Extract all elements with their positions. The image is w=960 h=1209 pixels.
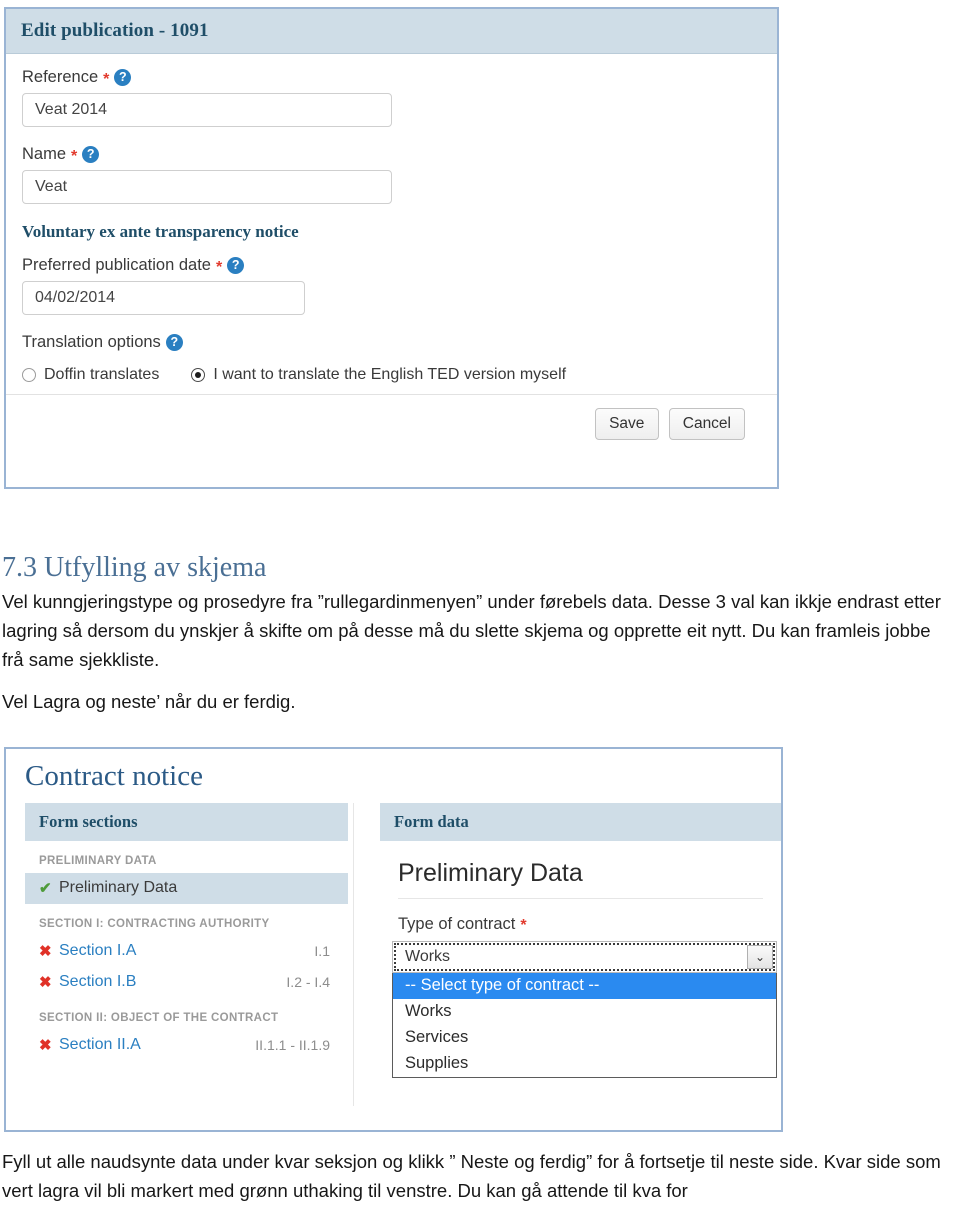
radio-translate-myself[interactable] [191,368,206,382]
type-of-contract-select[interactable]: Works ⌄ -- Select type of contract -- Wo… [392,940,777,1078]
required-asterisk: * [215,258,223,276]
sidebar-item-label: Section I.B [59,973,137,991]
paragraph: Vel kunngjeringstype og prosedyre fra ”r… [2,591,941,670]
sidebar-item-section-ii-a[interactable]: ✖ Section II.A II.1.1 - II.1.9 [25,1030,348,1061]
type-of-contract-label: Type of contract * [380,899,781,941]
veat-section-heading: Voluntary ex ante transparency notice [22,222,299,241]
sidebar-item-label: Section II.A [59,1036,141,1054]
cross-icon: ✖ [39,973,52,991]
save-button[interactable]: Save [594,408,659,440]
edit-publication-footer: Save Cancel [22,395,761,440]
reference-input-value: Veat 2014 [35,101,108,118]
preferred-publication-date-input[interactable]: 04/02/2014 [22,281,305,315]
paragraph: Fyll ut alle naudsynte data under kvar s… [2,1151,941,1201]
type-of-contract-select-box[interactable]: Works ⌄ [392,940,777,973]
section-group-label-section-ii: SECTION II: OBJECT OF THE CONTRACT [39,1011,279,1024]
form-data-panel: Form data Preliminary Data Type of contr… [380,802,781,1106]
select-option[interactable]: Services [393,1025,776,1051]
cancel-button[interactable]: Cancel [668,408,745,440]
translation-options-label-text: Translation options [22,333,161,351]
required-asterisk: * [103,70,110,88]
page-title: Edit publication - 1091 [21,20,209,41]
form-data-page-title: Preliminary Data [398,858,583,887]
contract-notice-columns: Form sections PRELIMINARY DATA ✔ Prelimi… [6,802,781,1106]
preferred-publication-date-label: Preferred publication date * ? [22,256,761,275]
select-option[interactable]: -- Select type of contract -- [393,972,776,999]
contract-notice-screenshot: Contract notice Form sections PRELIMINAR… [4,747,783,1132]
check-icon: ✔ [39,879,52,897]
form-sections-header: Form sections [25,802,348,841]
paragraph: Vel Lagra og neste’ når du er ferdig. [2,691,296,713]
translation-options-radio-group: Doffin translates I want to translate th… [22,366,761,384]
radio-doffin-translates-label: Doffin translates [44,366,160,383]
sidebar-item-range: I.2 - I.4 [286,974,330,991]
select-option[interactable]: Works [393,999,776,1025]
reference-label: Reference * ? [22,68,761,87]
contract-notice-title: Contract notice [25,760,203,792]
sidebar-item-range: I.1 [314,943,330,960]
radio-translate-myself-label: I want to translate the English TED vers… [213,366,567,383]
name-label: Name * ? [22,145,761,164]
chevron-down-icon[interactable]: ⌄ [747,944,773,969]
radio-doffin-translates[interactable] [22,368,36,382]
closing-prose: Fyll ut alle naudsynte data under kvar s… [2,1148,954,1205]
help-icon[interactable]: ? [227,257,245,274]
required-asterisk: * [71,147,78,165]
help-icon[interactable]: ? [114,69,132,86]
sidebar-item-label: Section I.A [59,942,137,960]
help-icon[interactable]: ? [82,146,100,163]
preferred-publication-date-label-text: Preferred publication date [22,256,211,274]
preferred-publication-date-value: 04/02/2014 [35,289,116,306]
name-input[interactable]: Veat [22,170,392,204]
reference-input[interactable]: Veat 2014 [22,93,392,127]
type-of-contract-selected-value: Works [405,947,451,965]
sidebar-item-preliminary-data[interactable]: ✔ Preliminary Data [25,872,348,904]
name-label-text: Name [22,145,67,163]
type-of-contract-label-text: Type of contract [398,914,516,933]
section-group-label-preliminary: PRELIMINARY DATA [39,854,157,867]
cross-icon: ✖ [39,1036,52,1054]
sidebar-item-section-i-b[interactable]: ✖ Section I.B I.2 - I.4 [25,967,348,998]
edit-publication-screenshot: Edit publication - 1091 Reference * ? Ve… [4,7,779,489]
required-asterisk: * [520,917,527,935]
reference-label-text: Reference [22,68,99,86]
edit-publication-body: Reference * ? Veat 2014 Name * ? Veat Vo… [6,54,777,440]
form-sections-panel: Form sections PRELIMINARY DATA ✔ Prelimi… [25,802,354,1106]
edit-publication-titlebar: Edit publication - 1091 [6,9,777,54]
cross-icon: ✖ [39,942,52,960]
sidebar-item-label: Preliminary Data [59,879,178,897]
sidebar-item-range: II.1.1 - II.1.9 [255,1037,330,1054]
section-group-label-section-i: SECTION I: CONTRACTING AUTHORITY [39,917,270,930]
section-heading: 7.3 Utfylling av skjema [2,552,267,583]
type-of-contract-option-list[interactable]: -- Select type of contract -- Works Serv… [392,972,777,1078]
form-data-header: Form data [380,802,781,841]
section-7-3-prose: 7.3 Utfylling av skjema Vel kunngjerings… [2,552,954,717]
sidebar-item-section-i-a[interactable]: ✖ Section I.A I.1 [25,936,348,967]
translation-options-label: Translation options ? [22,333,761,352]
name-input-value: Veat [35,178,68,195]
select-option[interactable]: Supplies [393,1051,776,1077]
help-icon[interactable]: ? [165,334,183,351]
